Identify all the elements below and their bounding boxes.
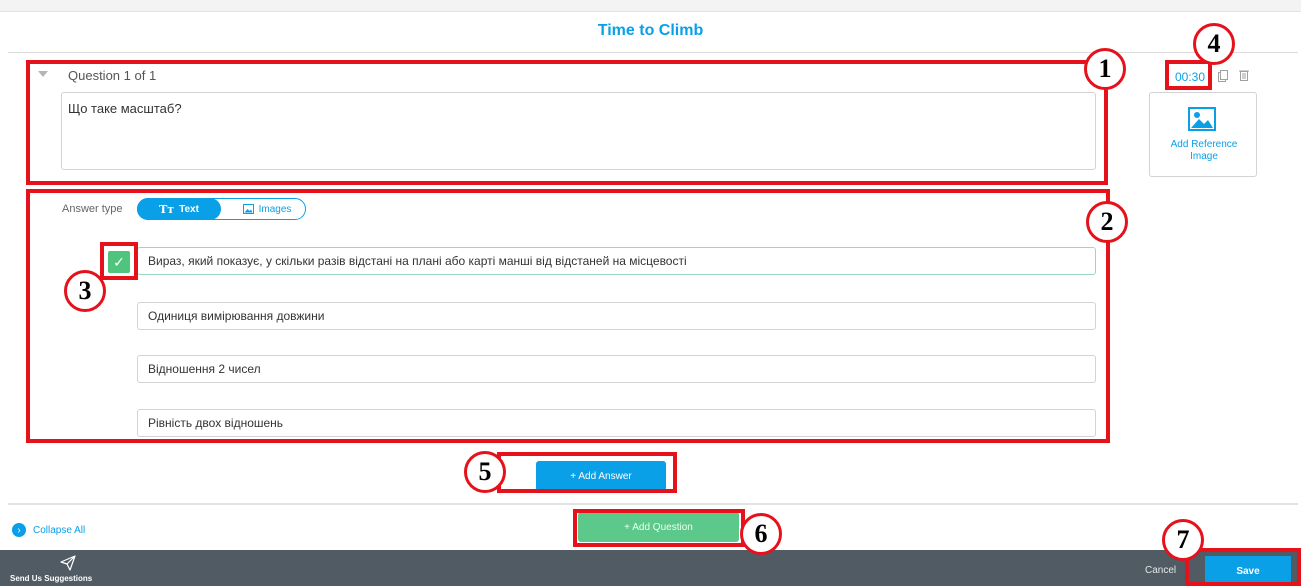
- callout-3: 3: [64, 270, 106, 312]
- callout-4: 4: [1193, 23, 1235, 65]
- paper-plane-icon[interactable]: [60, 555, 76, 571]
- annotation-box-timer: [1165, 60, 1212, 90]
- add-reference-image-button[interactable]: Add Reference Image: [1149, 92, 1257, 177]
- annotation-box-add-answer: [497, 452, 677, 493]
- trash-icon[interactable]: [1239, 69, 1249, 81]
- image-icon: [1188, 107, 1216, 131]
- duplicate-icon[interactable]: [1218, 70, 1228, 82]
- callout-6: 6: [740, 513, 782, 555]
- footer-bar: [0, 550, 1301, 586]
- annotation-box-checkbox: [100, 242, 138, 280]
- add-reference-image-label: Add Reference Image: [1170, 139, 1238, 162]
- callout-5: 5: [464, 451, 506, 493]
- collapse-all-link[interactable]: Collapse All: [33, 525, 85, 536]
- callout-2: 2: [1086, 201, 1128, 243]
- callout-1: 1: [1084, 48, 1126, 90]
- top-strip: [0, 0, 1301, 12]
- chevron-right-icon[interactable]: ›: [12, 523, 26, 537]
- cancel-button[interactable]: Cancel: [1145, 565, 1176, 576]
- callout-7: 7: [1162, 519, 1204, 561]
- annotation-box-question: [26, 60, 1108, 185]
- send-suggestions-link[interactable]: Send Us Suggestions: [10, 574, 92, 583]
- page-title: Time to Climb: [597, 22, 704, 39]
- annotation-box-save: [1185, 548, 1301, 586]
- annotation-box-add-question: [573, 509, 745, 547]
- annotation-box-answers: [26, 189, 1110, 443]
- section-divider: [8, 503, 1298, 505]
